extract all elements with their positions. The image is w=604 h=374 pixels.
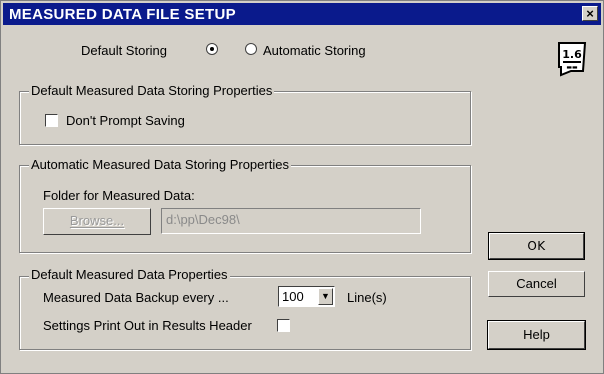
title-bar: MEASURED DATA FILE SETUP ×: [3, 3, 601, 25]
print-settings-checkbox[interactable]: [277, 319, 290, 332]
ok-button[interactable]: OK: [488, 232, 585, 260]
ok-label: OK: [527, 239, 546, 253]
folder-path-field[interactable]: d:\pp\Dec98\: [161, 208, 421, 234]
backup-every-label: Measured Data Backup every ...: [43, 290, 229, 305]
close-button[interactable]: ×: [582, 6, 598, 21]
default-storing-label: Default Storing: [81, 43, 167, 58]
automatic-storing-properties-title: Automatic Measured Data Storing Properti…: [29, 157, 291, 172]
cancel-button[interactable]: Cancel: [488, 271, 585, 297]
measured-data-properties-group: [19, 276, 471, 350]
default-storing-radio[interactable]: [206, 43, 218, 55]
backup-lines-combo[interactable]: 100 ▼: [278, 286, 335, 307]
svg-text:▬▬: ▬▬: [566, 64, 578, 71]
browse-label: Browse...: [69, 213, 125, 228]
dialog-title: MEASURED DATA FILE SETUP: [9, 6, 236, 23]
browse-button[interactable]: Browse...: [43, 208, 151, 235]
cancel-label: Cancel: [516, 276, 557, 291]
help-label: Help: [523, 327, 550, 342]
help-button[interactable]: Help: [487, 320, 586, 350]
print-settings-label: Settings Print Out in Results Header: [43, 318, 252, 333]
setup-dialog: MEASURED DATA FILE SETUP × 1.6 ▬▬ Defaul…: [0, 0, 604, 374]
backup-lines-value: 100: [282, 289, 304, 304]
close-icon: ×: [586, 6, 594, 21]
default-storing-properties-title: Default Measured Data Storing Properties: [29, 83, 275, 98]
automatic-storing-label: Automatic Storing: [263, 43, 366, 58]
lines-unit-label: Line(s): [347, 290, 387, 305]
version-badge-icon: 1.6 ▬▬: [558, 42, 587, 77]
radio-selected-dot: [210, 47, 214, 51]
folder-label: Folder for Measured Data:: [43, 188, 195, 203]
measured-data-properties-title: Default Measured Data Properties: [29, 267, 230, 282]
automatic-storing-radio[interactable]: [245, 43, 257, 55]
version-badge-text: 1.6: [562, 48, 582, 61]
dont-prompt-saving-label: Don't Prompt Saving: [66, 113, 185, 128]
chevron-down-icon[interactable]: ▼: [318, 288, 333, 305]
dont-prompt-saving-checkbox[interactable]: [45, 114, 58, 127]
